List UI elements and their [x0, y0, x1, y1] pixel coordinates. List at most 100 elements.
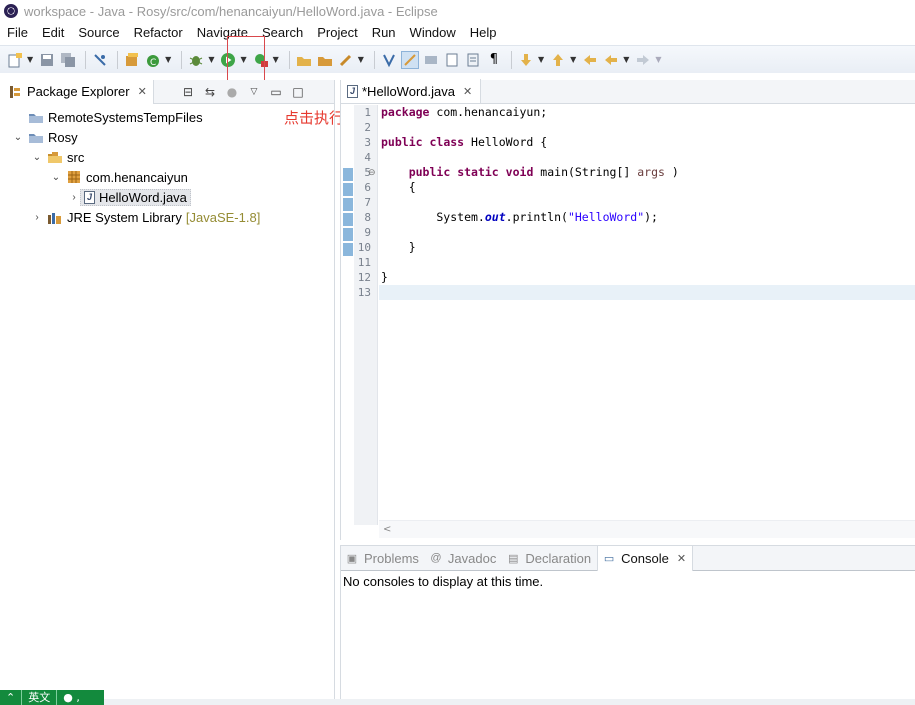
current-code-line	[379, 285, 915, 300]
focus-task-icon[interactable]: ●	[224, 84, 240, 100]
minimize-icon[interactable]: ▭	[268, 84, 284, 100]
project-folder-icon	[28, 130, 44, 144]
menu-window[interactable]: Window	[410, 25, 456, 40]
ime-status-bar: ⌃ 英文 ● ,	[0, 690, 104, 705]
java-file-icon: J	[84, 190, 95, 204]
menu-help[interactable]: Help	[470, 25, 497, 40]
link-with-editor-icon[interactable]: ⇆	[202, 84, 218, 100]
ime-expand-icon[interactable]: ⌃	[0, 690, 23, 705]
open-type-icon[interactable]	[295, 51, 313, 69]
close-icon[interactable]: ✕	[463, 85, 472, 98]
selected-file[interactable]: J HelloWord.java	[80, 188, 191, 206]
tab-console[interactable]: ▭ Console ✕	[597, 545, 694, 571]
forward-icon[interactable]	[634, 51, 652, 69]
maximize-icon[interactable]: □	[290, 84, 306, 100]
editor-tab-label: *HelloWord.java	[362, 83, 455, 99]
tab-problems[interactable]: ▣ Problems	[341, 546, 425, 571]
run-instruction-annotation: 点击执行	[284, 109, 345, 127]
menu-refactor[interactable]: Refactor	[134, 25, 183, 40]
ime-mode[interactable]: 英文	[22, 690, 58, 705]
forward-dropdown-icon[interactable]: ▼	[655, 55, 661, 64]
open-resource-icon[interactable]	[316, 51, 334, 69]
paragraph-icon[interactable]: ¶	[485, 51, 503, 69]
new-class-dropdown-icon[interactable]: ▼	[165, 55, 171, 64]
tree-item-helloword[interactable]: › J HelloWord.java	[0, 187, 334, 207]
next-annotation-icon[interactable]	[517, 51, 535, 69]
tab-package-explorer[interactable]: Package Explorer ✕	[0, 79, 154, 104]
back-icon[interactable]	[602, 51, 620, 69]
ime-punctuation[interactable]: ● ,	[57, 690, 86, 705]
view-menu-icon[interactable]: ▽	[246, 84, 262, 100]
tree-label-src: src	[67, 149, 85, 165]
new-java-package-icon[interactable]	[123, 51, 141, 69]
tree-label-remote: RemoteSystemsTempFiles	[48, 109, 203, 125]
code-text[interactable]: package com.henancaiyun; public class He…	[379, 105, 915, 300]
tree-item-src[interactable]: ⌄ src	[0, 147, 334, 167]
tab-declaration[interactable]: ▤ Declaration	[502, 546, 597, 571]
tree-item-package[interactable]: ⌄ com.henancaiyun	[0, 167, 334, 187]
document-icon[interactable]	[464, 51, 482, 69]
new-java-class-icon[interactable]: C	[144, 51, 162, 69]
menu-edit[interactable]: Edit	[42, 25, 64, 40]
tab-package-explorer-label: Package Explorer	[27, 84, 130, 99]
new-dropdown-icon[interactable]: ▼	[27, 55, 33, 64]
new-icon[interactable]	[6, 51, 24, 69]
chevron-down-icon[interactable]: ⌄	[31, 152, 43, 163]
chevron-right-icon[interactable]: ›	[68, 192, 80, 203]
debug-dropdown-icon[interactable]: ▼	[208, 55, 214, 64]
package-explorer-tabbar: Package Explorer ✕ ⊟ ⇆ ● ▽ ▭ □	[0, 79, 334, 104]
close-icon[interactable]: ✕	[677, 552, 686, 565]
line-number: 10	[357, 241, 371, 254]
line-number: 11	[357, 256, 371, 269]
chevron-down-icon[interactable]: ⌄	[12, 132, 24, 143]
debug-icon[interactable]	[187, 51, 205, 69]
previous-annotation-dropdown-icon[interactable]: ▼	[570, 55, 576, 64]
tab-helloword-java[interactable]: J *HelloWord.java ✕	[341, 79, 482, 103]
search-tool-icon[interactable]	[337, 51, 355, 69]
chevron-down-icon[interactable]: ⌄	[50, 172, 62, 183]
console-panel: ▣ Problems @ Javadoc ▤ Declaration ▭ Con…	[340, 545, 915, 700]
close-icon[interactable]: ✕	[138, 85, 147, 98]
collapse-all-icon[interactable]: ⊟	[180, 84, 196, 100]
line-number: 12	[357, 271, 371, 284]
code-line: }	[381, 240, 416, 254]
external-tools-dropdown-icon[interactable]: ▼	[273, 55, 279, 64]
last-edit-location-icon[interactable]	[581, 51, 599, 69]
editor-tabbar: J *HelloWord.java ✕	[341, 79, 915, 104]
save-icon[interactable]	[38, 51, 56, 69]
horizontal-scrollbar[interactable]: <	[379, 520, 915, 538]
line-number: 9	[364, 226, 371, 239]
toggle-mark-occurrences-icon[interactable]	[380, 51, 398, 69]
word-wrap-icon[interactable]	[422, 51, 440, 69]
chevron-right-icon[interactable]: ›	[31, 212, 43, 223]
scroll-left-icon[interactable]: <	[383, 524, 391, 535]
search-dropdown-icon[interactable]: ▼	[358, 55, 364, 64]
library-icon	[47, 210, 63, 224]
previous-annotation-icon[interactable]	[549, 51, 567, 69]
back-dropdown-icon[interactable]: ▼	[623, 55, 629, 64]
svg-text:C: C	[150, 58, 156, 68]
line-number-gutter: 1 2 3 4 5 6 7 8 9 10 11 12 13 ⊖	[354, 105, 378, 525]
tree-item-rosy[interactable]: ⌄ Rosy	[0, 127, 334, 147]
package-explorer-icon	[8, 85, 22, 99]
show-whitespace-icon[interactable]	[443, 51, 461, 69]
overview-ruler	[341, 105, 354, 525]
toggle-block-selection-icon[interactable]	[400, 50, 419, 69]
next-annotation-dropdown-icon[interactable]: ▼	[538, 55, 544, 64]
menu-search[interactable]: Search	[262, 25, 303, 40]
line-number: 1	[364, 106, 371, 119]
tab-javadoc[interactable]: @ Javadoc	[425, 546, 502, 571]
code-editor[interactable]: 1 2 3 4 5 6 7 8 9 10 11 12 13 ⊖ package …	[341, 105, 915, 525]
menu-run[interactable]: Run	[372, 25, 396, 40]
save-all-icon[interactable]	[59, 51, 77, 69]
package-explorer-tools: ⊟ ⇆ ● ▽ ▭ □	[180, 84, 312, 100]
menu-file[interactable]: File	[7, 25, 28, 40]
editor-panel: J *HelloWord.java ✕ 1 2 3 4 5 6 7 8 9 10…	[340, 79, 915, 540]
skip-breakpoints-icon[interactable]	[91, 51, 109, 69]
menu-source[interactable]: Source	[78, 25, 119, 40]
menu-project[interactable]: Project	[317, 25, 357, 40]
tree-item-jre[interactable]: › JRE System Library [JavaSE-1.8]	[0, 207, 334, 227]
fold-collapse-icon[interactable]: ⊖	[368, 168, 376, 178]
